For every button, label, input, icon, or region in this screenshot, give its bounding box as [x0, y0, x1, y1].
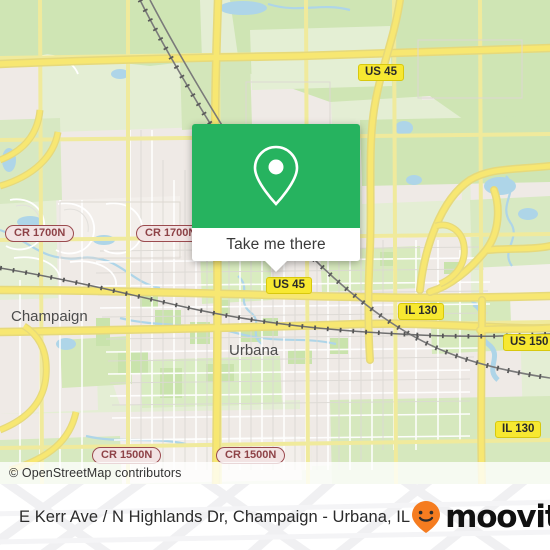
popup-cta[interactable]: Take me there [192, 228, 360, 272]
moovit-wordmark: moovit [445, 499, 550, 535]
popup-cta-label: Take me there [226, 235, 326, 253]
moovit-pin-icon [412, 501, 441, 533]
road-shield-il130-south: IL 130 [495, 421, 542, 438]
stop-title: E Kerr Ave / N Highlands Dr, Champaign -… [19, 507, 411, 526]
road-shield-us150: US 150 [503, 334, 550, 351]
map-attribution[interactable]: © OpenStreetMap contributors [0, 462, 550, 484]
road-shield-cr1700n-west: CR 1700N [5, 225, 75, 242]
road-shield-us45-mid: US 45 [266, 277, 312, 294]
moovit-logo[interactable]: moovit [410, 499, 550, 535]
footer-bar: E Kerr Ave / N Highlands Dr, Champaign -… [0, 484, 550, 550]
popup-tail [265, 261, 287, 272]
place-label-urbana: Urbana [229, 342, 279, 359]
popup-pin-area [192, 124, 360, 228]
place-label-champaign: Champaign [11, 308, 88, 325]
road-shield-il130-mid: IL 130 [398, 303, 445, 320]
map-pin-icon [253, 145, 299, 206]
road-shield-us45-north: US 45 [358, 64, 404, 81]
stop-popup-card[interactable]: Take me there [192, 124, 360, 272]
moovit-stop-map-screen: US 45 CR 1700N CR 1700N US 45 IL 130 US … [0, 0, 550, 550]
